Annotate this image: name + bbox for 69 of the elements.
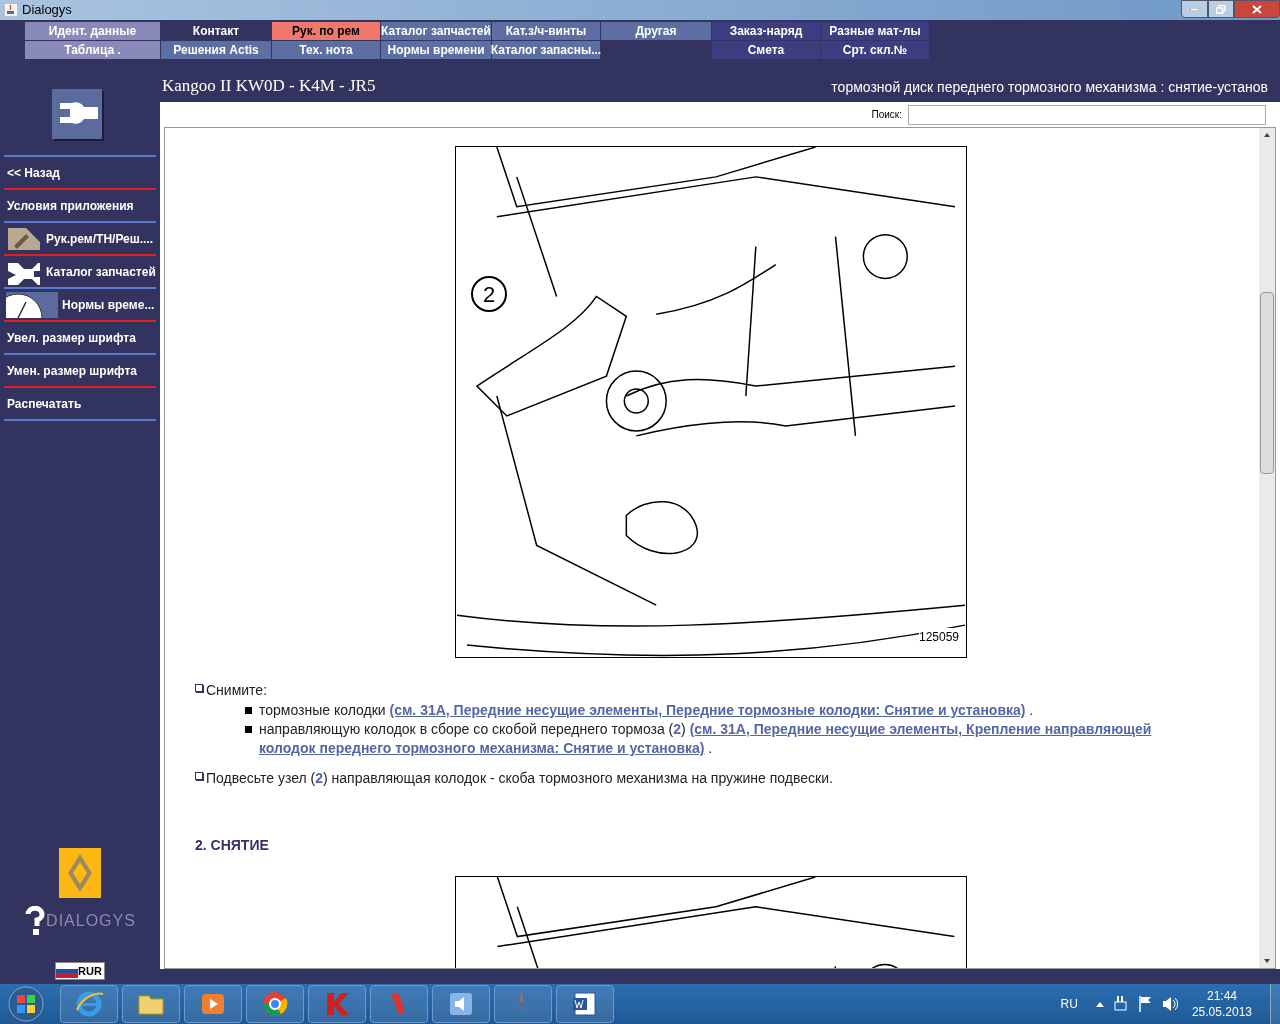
sidebar-item[interactable]: << Назад (4, 157, 156, 188)
sidebar-item[interactable]: Распечатать (4, 388, 156, 419)
nav-tab[interactable]: Разные мат-лы (821, 22, 929, 40)
bullet-icon (245, 707, 252, 714)
sidebar-item[interactable]: Условия приложения (4, 190, 156, 221)
clock[interactable]: 21:44 25.05.2013 (1191, 988, 1252, 1020)
flag-icon[interactable] (1137, 996, 1152, 1012)
taskbar-button[interactable] (432, 985, 490, 1023)
bullet-icon (245, 726, 252, 733)
vehicle-title: Kangoo II KW0D - K4M - JR5 (162, 74, 376, 97)
nav-tab[interactable]: Тех. нота (272, 41, 380, 59)
restore-button[interactable] (1208, 0, 1234, 18)
window-title: Dialogys (22, 1, 72, 20)
reference-link[interactable]: (см. 31A, Передние несущие элементы, Передние тормозные колодки: Снятие и установка) (389, 702, 1026, 718)
nav-tab[interactable]: Каталог запчастей (381, 22, 491, 40)
windows-logo-icon (8, 986, 44, 1022)
ie-icon (75, 990, 103, 1018)
java-cup-icon (4, 3, 18, 17)
taskbar-button[interactable] (60, 985, 118, 1023)
section-heading: 2. СНЯТИЕ (195, 836, 270, 855)
question-mark-icon (24, 906, 47, 936)
language-indicator[interactable]: RU (1060, 995, 1078, 1013)
clock-icon (6, 291, 58, 318)
sidebar-item[interactable]: Каталог запчастей (4, 256, 156, 287)
document-icon (571, 990, 599, 1018)
currency-button[interactable]: RUR (55, 962, 105, 980)
sidebar-item[interactable]: Увел. размер шрифта (4, 322, 156, 353)
diamond-logo-icon (59, 848, 101, 898)
nav-tab[interactable]: Каталог запасны... (492, 41, 600, 59)
close-button[interactable] (1234, 0, 1280, 18)
step-text: Снимите: (206, 681, 268, 700)
nav-tab[interactable]: Решения Actis (161, 41, 271, 59)
checkbox-bullet-icon (195, 684, 203, 692)
brand-name: DIALOGYS (46, 911, 136, 931)
nav-tab[interactable]: Смета (712, 41, 820, 59)
nav-tab[interactable]: Нормы времени (381, 41, 491, 59)
taskbar-button[interactable] (246, 985, 304, 1023)
nav-tab[interactable]: Кат.з/ч-винты (492, 22, 600, 40)
sidebar-item[interactable]: Рук.рем/ТН/Реш.... (4, 223, 156, 254)
operation-title: тормозной диск переднего тормозного механизма : снятие-установ (831, 78, 1268, 97)
browser-icon (261, 990, 289, 1018)
step-item-text: направляющую колодок в сборе со скобой переднего тормоза (2) (см. 31A, Передние несущие элементы, Крепление направляющей колодок переднего тормозного механизма: Снятие и установка) . (259, 720, 1153, 758)
start-button[interactable] (6, 984, 46, 1024)
nav-tab[interactable]: Рук. по рем (272, 22, 380, 40)
search-label: Поиск: (871, 108, 902, 122)
step-item-text: тормозные колодки (см. 31A, Передние несущие элементы, Передние тормозные колодки: Снятие и установка) . (259, 701, 1035, 720)
minimize-icon (1190, 7, 1199, 11)
close-icon (1252, 4, 1262, 14)
wrench-book-icon (6, 225, 42, 252)
scrollbar[interactable] (1259, 128, 1275, 968)
scroll-thumb[interactable] (1260, 292, 1274, 474)
volume-icon[interactable] (1161, 996, 1178, 1012)
restore-icon (1216, 4, 1226, 14)
show-hidden-icons-icon[interactable] (1095, 1001, 1104, 1007)
taskbar-button[interactable] (556, 985, 614, 1023)
search-field[interactable] (908, 104, 1266, 125)
nav-tab[interactable]: Заказ-наряд (712, 22, 820, 40)
taskbar-button[interactable] (122, 985, 180, 1023)
nav-tab[interactable]: Срт. скл.№ (821, 41, 929, 59)
step-text: Подвесьте узел (2) направляющая колодок - скоба тормозного механизма на пружине подвески. (206, 769, 833, 788)
minimize-button[interactable] (1181, 0, 1208, 18)
checkbox-bullet-icon (195, 772, 203, 780)
network-icon[interactable] (1113, 996, 1128, 1012)
reference-link[interactable]: колодок переднего тормозного механизма: Снятие и установка) (259, 740, 705, 756)
sidebar-item[interactable]: Умен. размер шрифта (4, 355, 156, 386)
nav-tab[interactable]: Другая (601, 22, 711, 40)
speaker-icon (447, 990, 475, 1018)
reference-link[interactable]: (см. 31A, Передние несущие элементы, Крепление направляющей (689, 721, 1152, 737)
wrench-logo-icon (52, 89, 104, 141)
